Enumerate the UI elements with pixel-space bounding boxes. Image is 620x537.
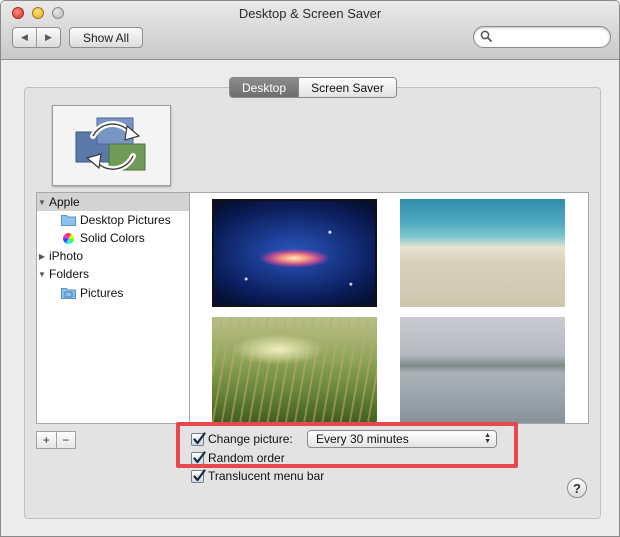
source-group-iphoto[interactable]: ▶ iPhoto — [37, 247, 189, 265]
disclosure-triangle-open-icon[interactable]: ▼ — [37, 270, 47, 279]
source-group-label: iPhoto — [49, 249, 84, 263]
source-item-label: Pictures — [80, 286, 124, 300]
wallpaper-thumbnail-galaxy[interactable] — [212, 199, 377, 307]
source-group-label: Apple — [49, 195, 80, 209]
search-field[interactable] — [473, 26, 611, 48]
color-wheel-icon — [63, 232, 74, 244]
back-forward-control: ◀ ▶ — [12, 27, 61, 48]
source-list: ▼ Apple Desktop Pictures Solid Colors ▶ … — [36, 192, 189, 424]
translucent-menu-bar-checkbox[interactable] — [191, 469, 206, 483]
disclosure-triangle-open-icon[interactable]: ▼ — [37, 198, 47, 207]
source-group-folders[interactable]: ▼ Folders — [37, 265, 189, 283]
source-group-apple[interactable]: ▼ Apple — [37, 193, 189, 211]
add-folder-button[interactable]: + — [37, 432, 56, 448]
wallpaper-thumbnail-grass[interactable] — [212, 317, 377, 423]
forward-button[interactable]: ▶ — [36, 28, 60, 47]
tab-desktop[interactable]: Desktop — [230, 78, 298, 97]
titlebar: Desktop & Screen Saver ◀ ▶ Show All — [1, 1, 619, 60]
disclosure-triangle-closed-icon[interactable]: ▶ — [37, 252, 47, 261]
wallpaper-thumbnail-misty-lake[interactable] — [400, 317, 565, 423]
help-button[interactable]: ? — [567, 478, 587, 498]
tab-bar: Desktop Screen Saver — [229, 77, 397, 98]
source-item-solid-colors[interactable]: Solid Colors — [37, 229, 189, 247]
back-button[interactable]: ◀ — [13, 28, 36, 47]
preferences-window: Desktop & Screen Saver ◀ ▶ Show All Desk… — [0, 0, 620, 537]
checkmark-icon — [193, 469, 206, 482]
source-list-controls: + − — [36, 431, 76, 449]
source-item-label: Solid Colors — [80, 231, 145, 245]
chevron-right-icon: ▶ — [45, 32, 52, 42]
remove-folder-button[interactable]: − — [55, 432, 76, 448]
window-title: Desktop & Screen Saver — [238, 6, 382, 21]
current-picture-preview — [52, 105, 171, 186]
show-all-button[interactable]: Show All — [69, 27, 143, 48]
search-input[interactable] — [496, 29, 604, 45]
source-item-desktop-pictures[interactable]: Desktop Pictures — [37, 211, 189, 229]
pictures-folder-icon — [61, 288, 76, 299]
wallpaper-thumbnail-beach[interactable] — [400, 199, 565, 307]
translucent-menu-bar-label: Translucent menu bar — [208, 469, 325, 483]
chevron-left-icon: ◀ — [21, 32, 28, 42]
search-icon — [480, 30, 492, 42]
source-item-label: Desktop Pictures — [80, 213, 171, 227]
rotating-pictures-icon — [75, 117, 146, 173]
source-item-pictures[interactable]: Pictures — [37, 284, 189, 302]
source-group-label: Folders — [49, 267, 90, 281]
annotation-highlight-box — [176, 422, 518, 468]
tab-screen-saver[interactable]: Screen Saver — [298, 78, 396, 97]
folder-icon — [61, 215, 76, 226]
wallpaper-grid — [189, 192, 589, 424]
